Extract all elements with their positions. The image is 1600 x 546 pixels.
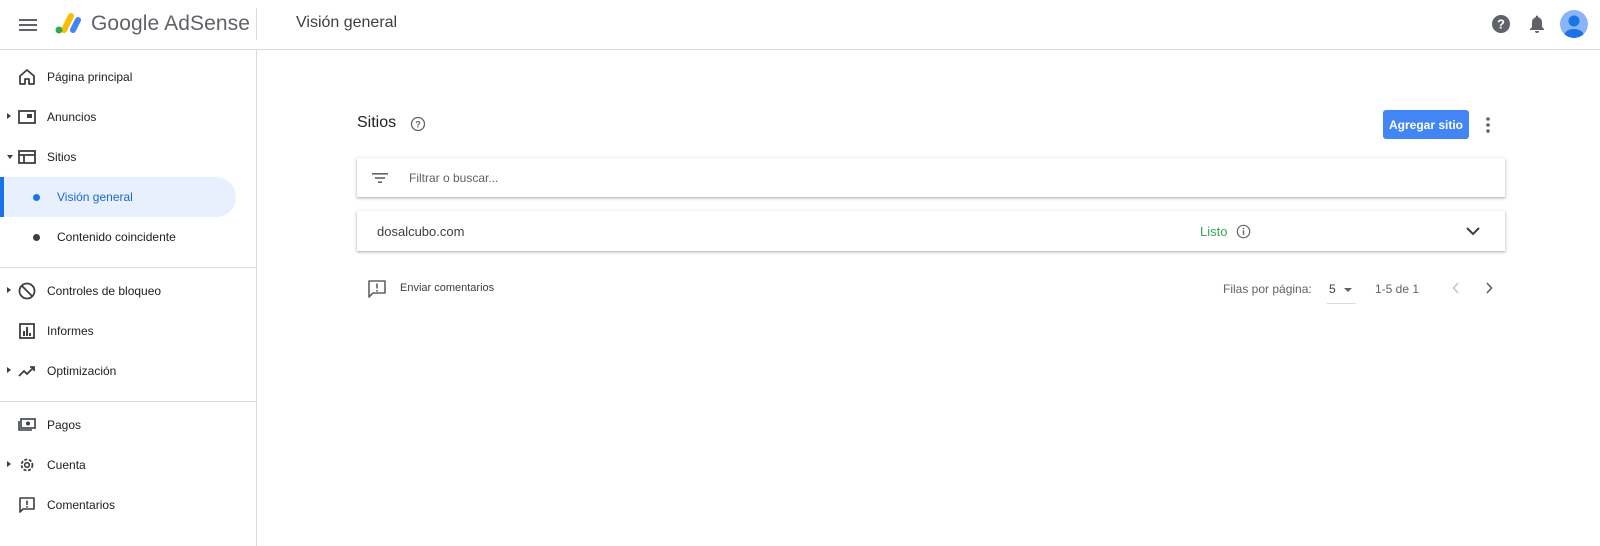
svg-text:?: ? (415, 119, 421, 129)
filter-search-input[interactable] (409, 168, 1209, 188)
expand-caret-icon (7, 461, 11, 467)
sidebar: Página principal Anuncios Sitios Visión … (0, 50, 257, 546)
expand-caret-icon (7, 367, 11, 373)
sidebar-item-label: Anuncios (47, 110, 97, 124)
chevron-right-icon[interactable] (1480, 278, 1498, 298)
chevron-left-icon[interactable] (1447, 278, 1465, 298)
filter-bar (357, 158, 1505, 197)
dropdown-arrow-icon (1344, 288, 1352, 292)
brand-name[interactable]: Google AdSense (91, 12, 250, 36)
menu-icon[interactable] (16, 13, 40, 37)
svg-text:?: ? (1497, 17, 1505, 32)
sidebar-item-label: Comentarios (47, 498, 116, 512)
rows-per-page-label: Filas por página: (1223, 282, 1312, 296)
bullet-icon (33, 234, 40, 241)
site-row[interactable]: dosalcubo.com Listo (357, 211, 1505, 251)
sidebar-item-label: Visión general (57, 190, 133, 204)
sidebar-item-label: Pagos (47, 418, 82, 432)
info-icon[interactable] (1236, 224, 1251, 239)
send-feedback-link[interactable]: Enviar comentarios (400, 282, 494, 294)
expand-caret-icon (7, 113, 11, 119)
sidebar-item-label: Optimización (47, 364, 117, 378)
sidebar-item-payments[interactable]: Pagos (0, 405, 256, 445)
sidebar-item-label: Contenido coincidente (57, 230, 176, 244)
header-divider (256, 8, 257, 40)
active-indicator (0, 177, 4, 217)
page-title: Visión general (296, 14, 398, 31)
sidebar-item-feedback[interactable]: Comentarios (0, 485, 256, 525)
site-domain: dosalcubo.com (377, 224, 465, 239)
sidebar-item-account[interactable]: Cuenta (0, 445, 256, 485)
sidebar-item-sites[interactable]: Sitios (0, 137, 256, 177)
top-app-bar: Google AdSense Visión general ? (0, 0, 1600, 50)
sidebar-item-reports[interactable]: Informes (0, 311, 256, 351)
sidebar-item-label: Página principal (47, 70, 133, 84)
section-title: Sitios (357, 114, 397, 131)
gear-icon (17, 455, 37, 475)
sidebar-item-optimization[interactable]: Optimización (0, 351, 256, 391)
rows-per-page-value: 5 (1329, 282, 1336, 296)
site-status: Listo (1200, 224, 1228, 239)
reports-icon (17, 321, 37, 341)
collapse-caret-icon (7, 155, 13, 159)
sidebar-item-label: Informes (47, 324, 94, 338)
sidebar-item-label: Cuenta (47, 458, 86, 472)
feedback-icon (17, 495, 37, 515)
help-icon[interactable]: ? (1489, 12, 1513, 36)
adsense-logo-icon[interactable] (54, 11, 82, 35)
sidebar-item-ads[interactable]: Anuncios (0, 97, 256, 137)
filter-list-icon[interactable] (371, 169, 389, 187)
sidebar-divider (0, 401, 256, 402)
sidebar-item-label: Controles de bloqueo (47, 284, 162, 298)
pagination-range: 1-5 de 1 (1375, 282, 1420, 296)
bullet-icon (33, 194, 40, 201)
sidebar-item-home[interactable]: Página principal (0, 57, 256, 97)
sidebar-item-blocking-controls[interactable]: Controles de bloqueo (0, 271, 256, 311)
notifications-bell-icon[interactable] (1525, 12, 1549, 36)
payments-icon (17, 415, 37, 435)
send-feedback-icon[interactable] (367, 279, 387, 299)
help-outline-icon[interactable]: ? (410, 116, 426, 132)
sites-icon (17, 147, 37, 167)
sidebar-item-matched-content[interactable]: Contenido coincidente (0, 217, 256, 257)
add-site-button[interactable]: Agregar sitio (1383, 110, 1469, 139)
expand-caret-icon (7, 287, 11, 293)
rows-per-page-select[interactable]: 5 (1327, 276, 1356, 304)
ads-icon (17, 107, 37, 127)
trending-up-icon (17, 361, 37, 381)
chevron-down-icon[interactable] (1463, 221, 1483, 241)
account-avatar[interactable] (1560, 10, 1588, 38)
sidebar-item-overview[interactable]: Visión general (0, 177, 236, 217)
block-icon (17, 281, 37, 301)
sidebar-divider (0, 267, 256, 268)
more-vert-icon[interactable] (1478, 114, 1498, 136)
home-icon (17, 67, 37, 87)
sidebar-item-label: Sitios (47, 150, 77, 164)
